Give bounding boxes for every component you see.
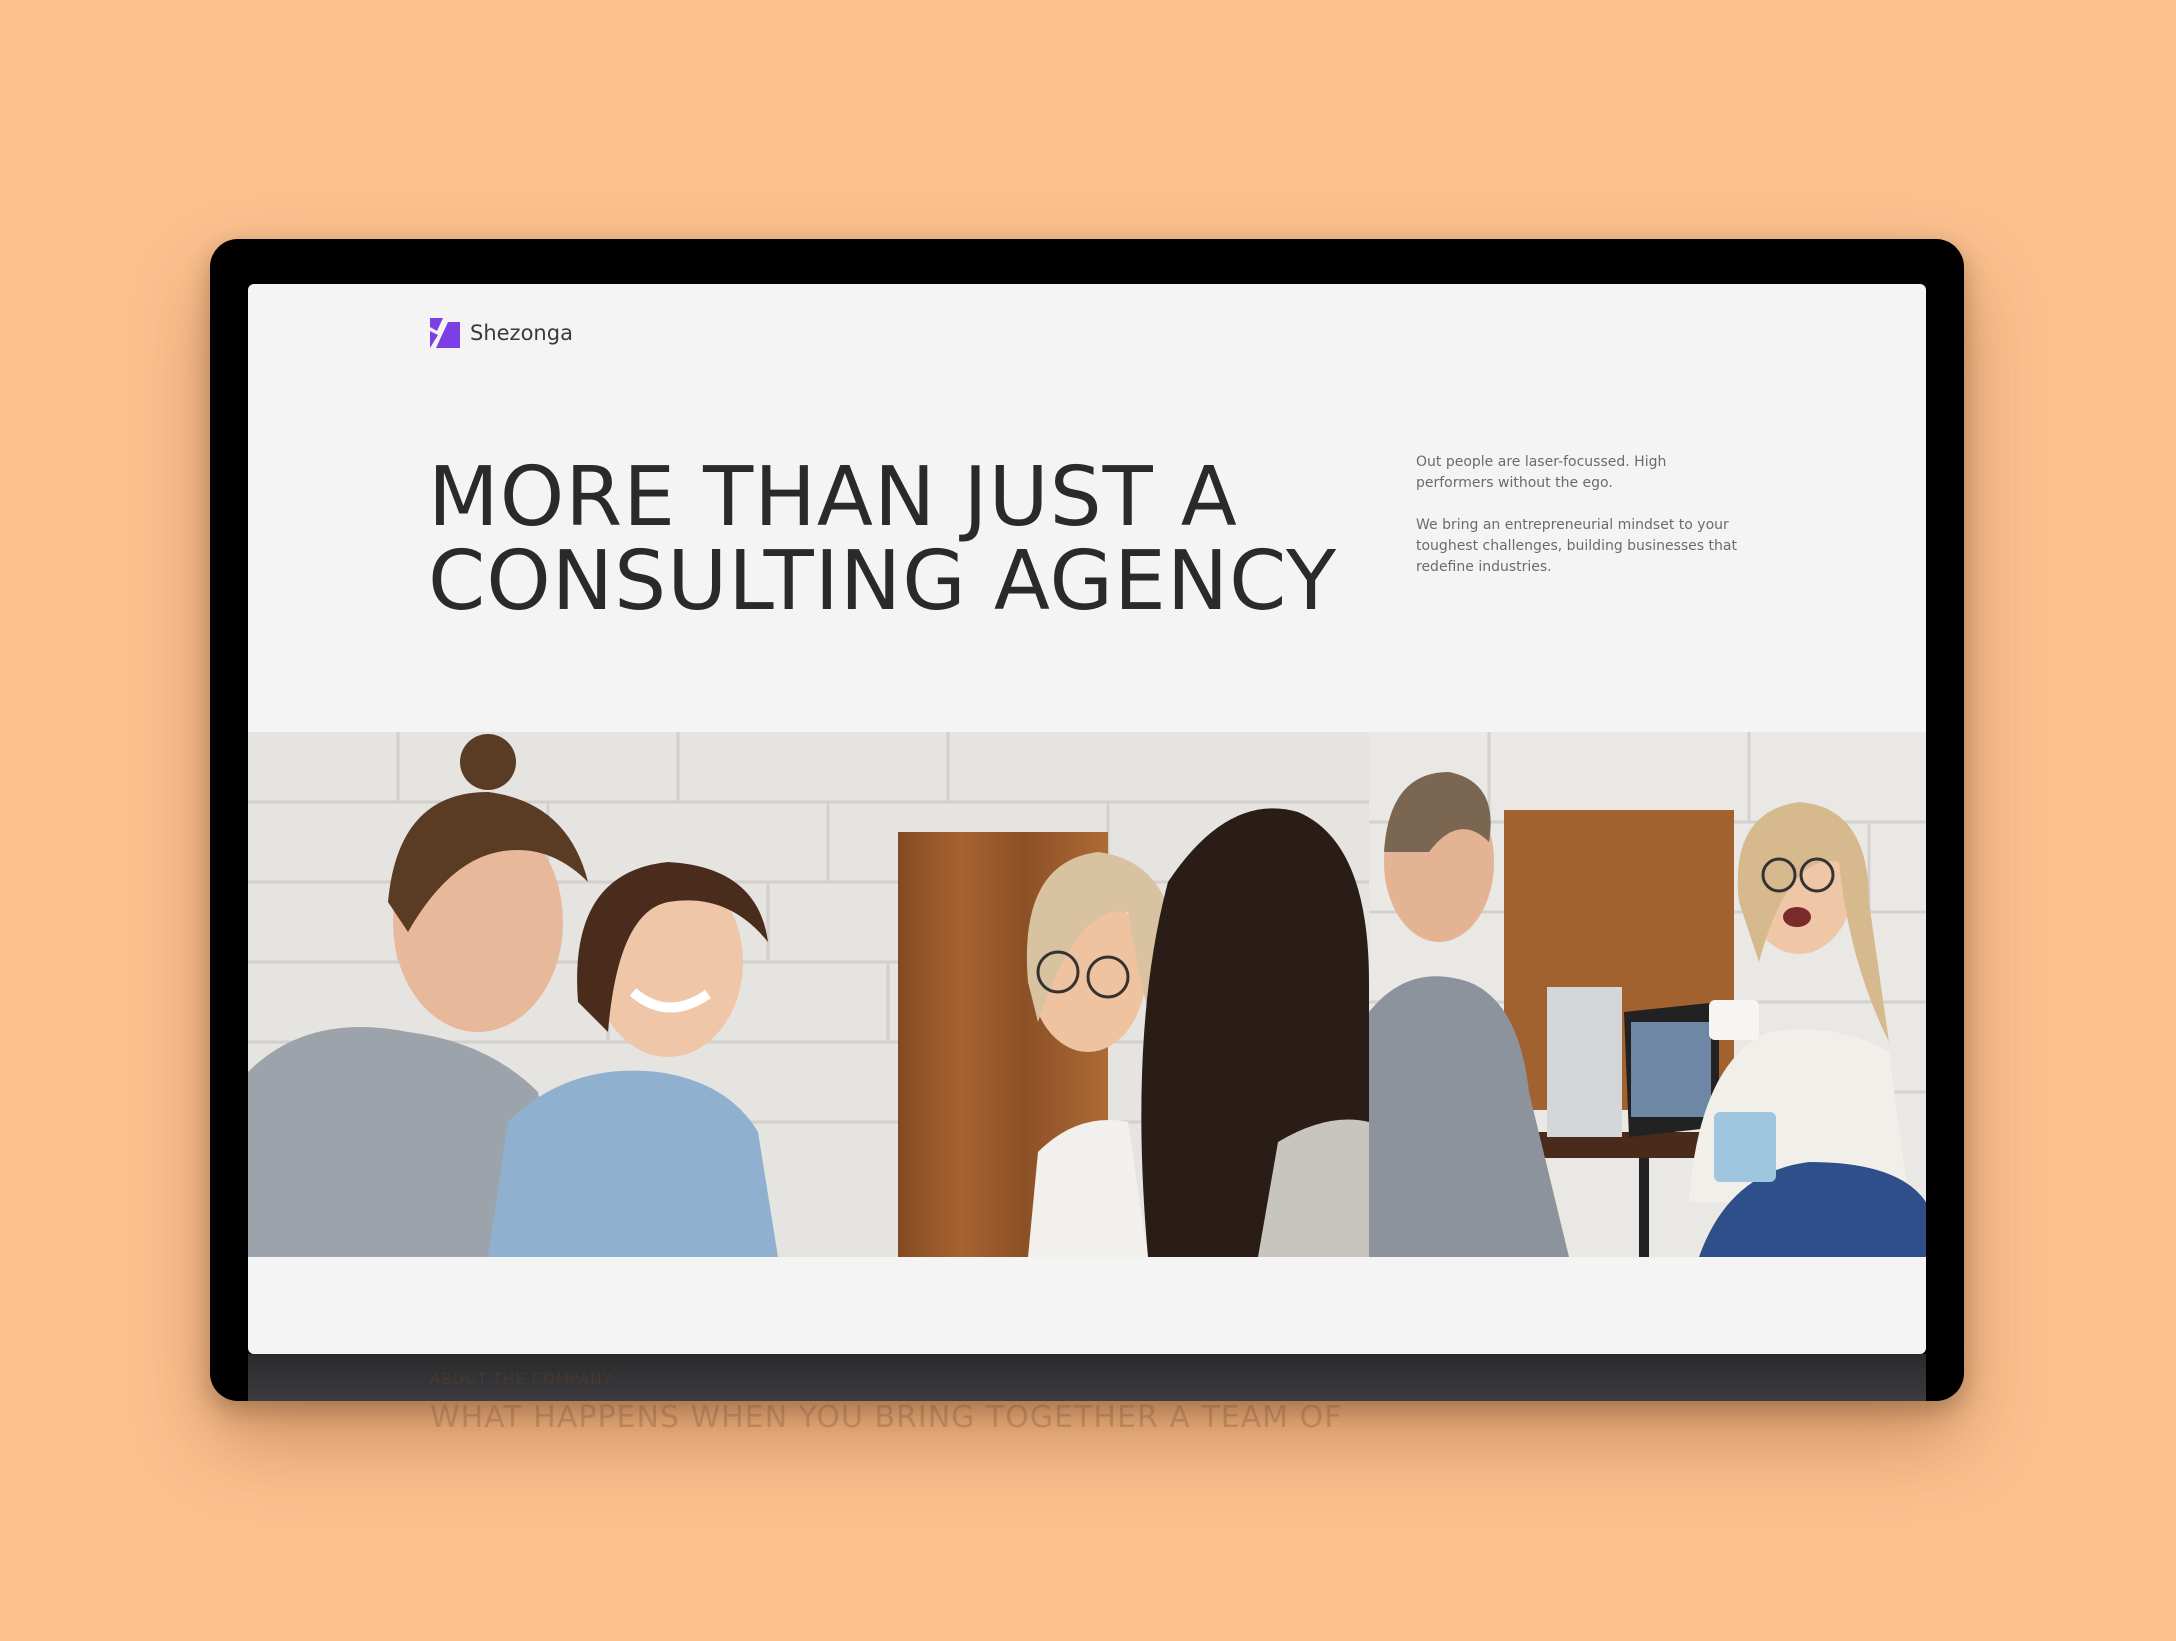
page-reflection: ABOUT THE COMPANY WHAT HAPPENS WHEN YOU …	[430, 1370, 1342, 1435]
website-screen: Shezonga MORE THAN JUST A CONSULTING AGE…	[248, 284, 1926, 1354]
about-company-tag: ABOUT THE COMPANY	[430, 1370, 613, 1388]
hero-headline: MORE THAN JUST A CONSULTING AGENCY	[428, 456, 1378, 624]
device-frame: Shezonga MORE THAN JUST A CONSULTING AGE…	[210, 239, 1964, 1401]
hero-description: Out people are laser-focussed. High perf…	[1416, 452, 1746, 599]
hero-description-paragraph-1: Out people are laser-focussed. High perf…	[1416, 454, 1667, 491]
team-photo-main	[248, 732, 1369, 1257]
team-photo-secondary	[1369, 732, 1926, 1257]
brand-name: Shezonga	[470, 321, 573, 345]
shezonga-logo-icon	[430, 318, 460, 348]
hero-description-paragraph-2: We bring an entrepreneurial mindset to y…	[1416, 517, 1737, 575]
hero-headline-line-2: CONSULTING AGENCY	[428, 534, 1338, 629]
hero-headline-line-1: MORE THAN JUST A	[428, 450, 1238, 545]
about-company-headline: WHAT HAPPENS WHEN YOU BRING TOGETHER A T…	[430, 1400, 1343, 1435]
brand-logo-link[interactable]: Shezonga	[430, 318, 573, 348]
